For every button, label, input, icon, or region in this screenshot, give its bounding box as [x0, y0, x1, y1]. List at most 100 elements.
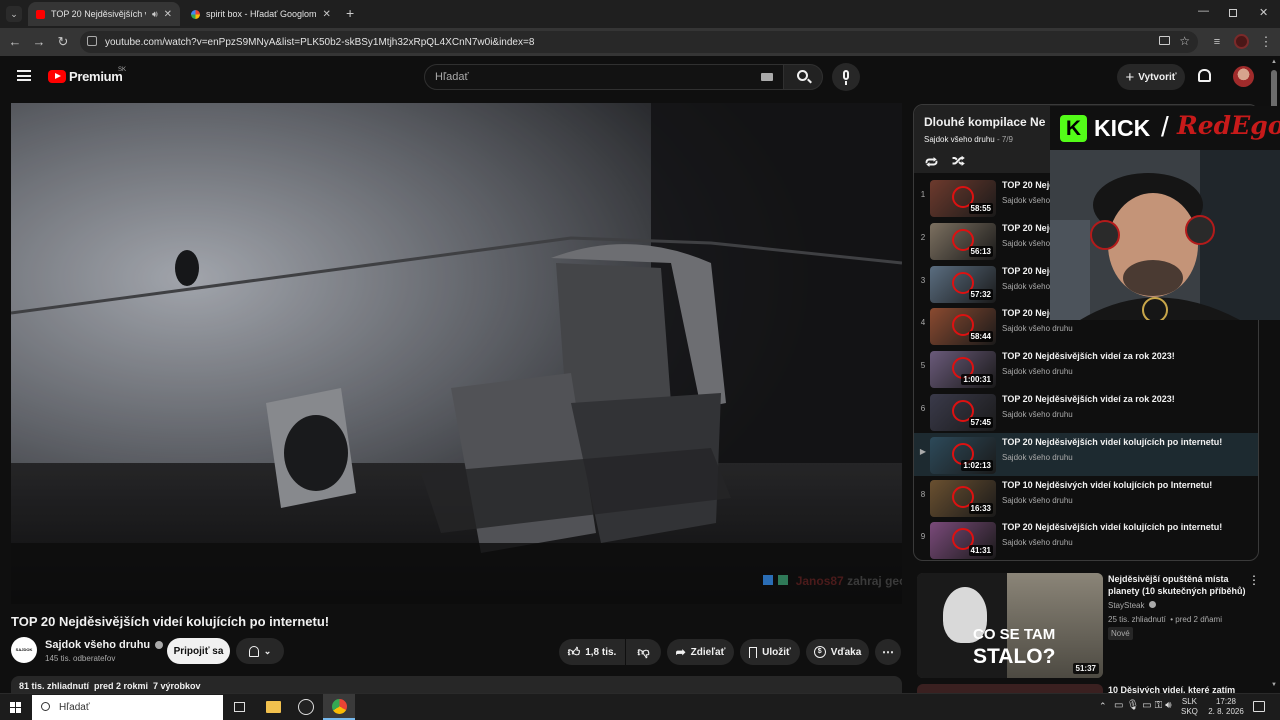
playlist-item-title[interactable]: TOP 20 Nejděsivějších videí kolujících p… — [1002, 437, 1252, 447]
more-dots-icon: ⋯ — [882, 645, 894, 659]
playlist-item-thumbnail[interactable]: 58:55 — [930, 180, 996, 217]
playlist-title[interactable]: Dlouhé kompilace Ne — [924, 115, 1045, 129]
playlist-item-thumbnail[interactable]: 1:02:13 — [930, 436, 996, 474]
playlist-item-index: 5 — [920, 361, 926, 371]
tab-list-chevron-icon[interactable]: ⌄ — [6, 6, 22, 22]
search-input[interactable]: Hľadať — [424, 64, 784, 90]
playlist-item-thumbnail[interactable]: 16:33 — [930, 479, 996, 517]
new-tab-button[interactable]: + — [346, 5, 354, 21]
notifications-bell-icon[interactable] — [1198, 69, 1211, 82]
chat-overlay: Janos87 zahraj geodes a budes na — [763, 574, 902, 588]
tray-overflow-icon[interactable]: ⌃ — [1099, 701, 1107, 712]
save-button[interactable]: Uložiť — [740, 639, 800, 665]
file-explorer-icon[interactable] — [266, 701, 281, 713]
browser-menu-icon[interactable]: ⋮ — [1258, 34, 1274, 50]
share-button[interactable]: ➦ Zdieľať — [667, 639, 734, 665]
playlist-item[interactable]: 9 41:31 TOP 20 Nejděsivějších videí kolují… — [914, 518, 1258, 560]
voice-search-button[interactable] — [832, 63, 860, 91]
recommended-title[interactable]: Nejděsivější opuštěná místa planety (10 … — [1108, 573, 1248, 597]
join-button[interactable]: Pripojiť sa — [167, 638, 230, 664]
tray-icons[interactable]: ▭🎙︎▭⚿🔊︎ — [1114, 700, 1175, 711]
playlist-item-thumbnail[interactable]: 56:13 — [930, 222, 996, 260]
recommended-video-card[interactable]: 10 Děsivých videí, které zatím — [913, 684, 1265, 693]
browser-tab-bar: ⌄ TOP 20 Nejděsivějších vide 🔊︎ ✕ spirit… — [0, 0, 1280, 28]
recommended-title[interactable]: 10 Děsivých videí, které zatím — [1108, 685, 1235, 693]
playlist-item-duration: 58:44 — [968, 331, 993, 343]
back-icon[interactable]: ← — [7, 34, 23, 50]
video-player[interactable]: Janos87 zahraj geodes a budes na — [11, 103, 902, 604]
more-actions-button[interactable]: ⋯ — [875, 639, 901, 665]
playlist-item-title[interactable]: TOP 20 Nejděsivějších videí kolujících p… — [1002, 522, 1252, 532]
playlist-item-duration: 41:31 — [968, 545, 993, 557]
streamer-webcam-overlay: K KICK / RedEgo — [1050, 106, 1280, 320]
windows-start-icon[interactable] — [10, 702, 21, 713]
taskbar-search-box[interactable]: Hľadať — [32, 695, 223, 720]
description-box[interactable]: 81 tis. zhliadnutí pred 2 rokmi 7 výrobk… — [11, 676, 902, 693]
reload-icon[interactable]: ↻ — [55, 34, 71, 50]
keyboard-icon[interactable] — [761, 73, 773, 81]
like-button[interactable]: 👍︎ 1,8 tis. — [559, 639, 625, 665]
scroll-up-arrow-icon[interactable]: ▲ — [1271, 59, 1277, 65]
recommended-thumbnail[interactable] — [917, 684, 1103, 693]
recommended-channel[interactable]: StaySteak — [1108, 601, 1156, 610]
shuffle-icon[interactable]: 🔀︎ — [952, 152, 965, 171]
close-window-button[interactable]: ✕ — [1259, 6, 1268, 19]
thanks-button[interactable]: $ Vďaka — [806, 639, 869, 665]
recommended-meta: 25 tis. zhliadnutí • pred 2 dňami — [1108, 615, 1222, 624]
notification-center-icon[interactable] — [1253, 701, 1265, 712]
channel-avatar[interactable]: SAJDOK — [11, 637, 37, 663]
playlist-item[interactable]: 6 57:45 TOP 20 Nejděsivějších videí za rok… — [914, 390, 1258, 433]
playlist-item-thumbnail[interactable]: 1:00:31 — [930, 351, 996, 389]
playlist-item[interactable]: 8 16:33 TOP 10 Nejděsivých videí kolujícíc… — [914, 476, 1258, 519]
account-avatar[interactable] — [1233, 66, 1254, 87]
like-count: 1,8 tis. — [585, 646, 617, 658]
playlist-item-title[interactable]: TOP 20 Nejděsivějších videí za rok 2023! — [1002, 394, 1252, 404]
forward-icon[interactable]: → — [31, 34, 47, 50]
site-info-icon[interactable] — [87, 36, 97, 46]
media-controls-icon[interactable]: ≡ — [1209, 34, 1225, 50]
install-app-icon[interactable] — [1159, 36, 1170, 45]
playlist-item-title[interactable]: TOP 20 Nejděsivějších videí za rok 2023! — [1002, 351, 1252, 361]
search-button[interactable] — [783, 64, 823, 90]
keyboard-language[interactable]: SLK SKQ — [1181, 697, 1198, 717]
profile-avatar-icon[interactable] — [1234, 34, 1249, 49]
playlist-item-thumbnail[interactable]: 58:44 — [930, 308, 996, 346]
address-bar[interactable]: youtube.com/watch?v=enPpzS9MNyA&list=PLK… — [80, 31, 1198, 53]
close-tab-icon[interactable]: ✕ — [164, 9, 172, 20]
obs-app-icon[interactable] — [298, 699, 314, 715]
playlist-item[interactable]: 5 1:00:31 TOP 20 Nejděsivějších videí za r… — [914, 347, 1258, 390]
recommended-thumbnail[interactable]: CO SE TAM STALO? 51:37 — [917, 573, 1103, 678]
playlist-item-title[interactable]: TOP 10 Nejděsivých videí kolujících po I… — [1002, 480, 1252, 490]
recommended-video-card[interactable]: CO SE TAM STALO? 51:37 Nejděsivější opuš… — [913, 573, 1265, 678]
speaker-icon[interactable]: 🔊︎ — [152, 9, 158, 20]
close-tab-icon[interactable]: ✕ — [323, 9, 331, 20]
minimize-button[interactable]: — — [1198, 5, 1209, 17]
redego-wordmark: RedEgo — [1177, 111, 1280, 140]
bookmark-star-icon[interactable]: ☆ — [1179, 34, 1190, 48]
bell-icon — [248, 645, 259, 657]
dislike-button[interactable]: 👎︎ — [626, 639, 661, 665]
youtube-logo-icon[interactable] — [48, 70, 66, 83]
create-button[interactable]: + Vytvoriť — [1117, 64, 1185, 90]
youtube-premium-wordmark[interactable]: Premium — [69, 69, 123, 84]
loop-icon[interactable]: 🔁︎ — [925, 153, 938, 172]
playlist-item-thumbnail[interactable]: 57:45 — [930, 394, 996, 431]
playlist-item[interactable]: ▶ 1:02:13 TOP 20 Nejděsivějších videí kolu… — [914, 432, 1258, 476]
recommended-more-icon[interactable]: ⋮ — [1248, 573, 1260, 587]
scroll-down-arrow-icon[interactable]: ▼ — [1271, 682, 1277, 688]
hamburger-menu-icon[interactable] — [17, 70, 31, 81]
task-view-icon[interactable] — [234, 702, 245, 712]
restore-button[interactable] — [1229, 9, 1237, 17]
tab-google[interactable]: spirit box - Hľadať Googlom ✕ — [183, 2, 338, 26]
playlist-item-thumbnail[interactable]: 57:32 — [930, 265, 996, 303]
channel-name[interactable]: Sajdok všeho druhu — [45, 639, 164, 651]
chat-badge-icon — [778, 575, 789, 585]
tab-youtube[interactable]: TOP 20 Nejděsivějších vide 🔊︎ ✕ — [28, 2, 180, 26]
chevron-down-icon: ⌄ — [263, 645, 272, 656]
notification-bell-button[interactable]: ⌄ — [236, 638, 284, 664]
playlist-item-thumbnail[interactable]: 41:31 — [930, 522, 996, 560]
playlist-item-index: 9 — [920, 532, 926, 542]
system-clock[interactable]: 17:28 2. 8. 2026 — [1206, 697, 1246, 717]
chrome-app-icon[interactable] — [323, 694, 355, 720]
taskbar-search-icon — [41, 702, 50, 711]
